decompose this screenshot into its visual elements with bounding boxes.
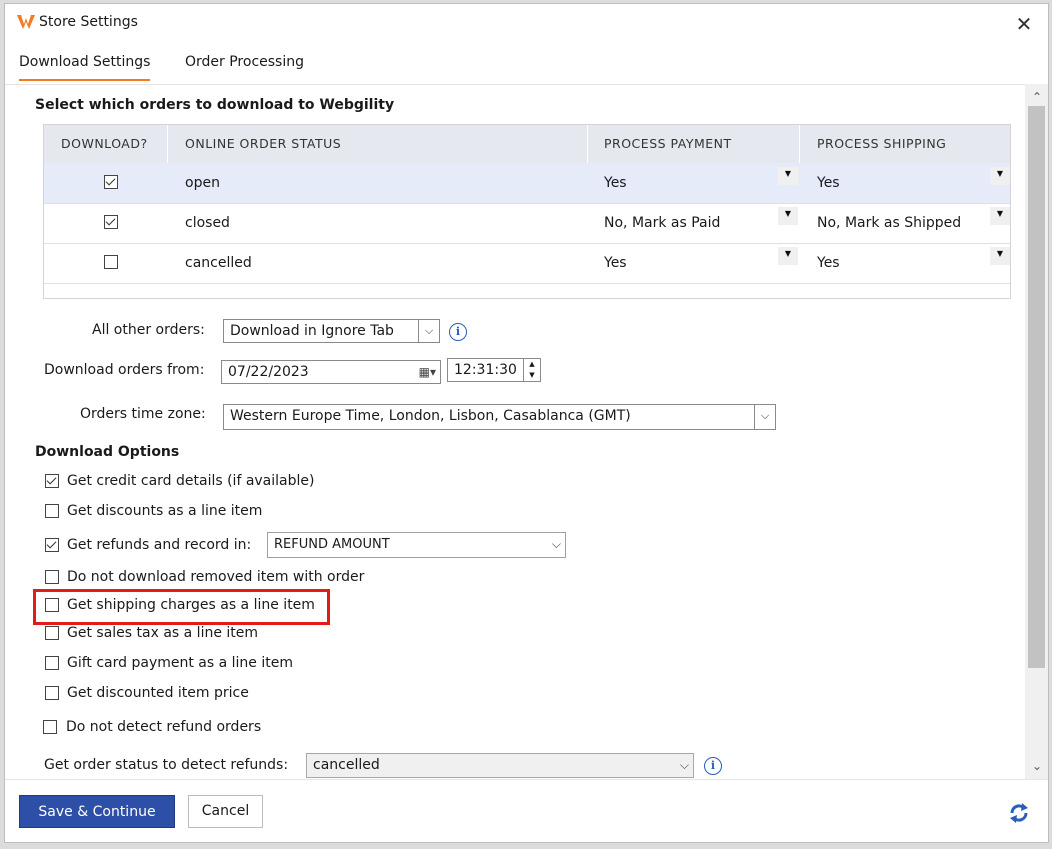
column-header-payment: PROCESS PAYMENT: [604, 136, 732, 151]
dialog-footer: Save & Continue Cancel: [5, 779, 1048, 842]
shipping-dropdown-arrow-icon[interactable]: ▼: [990, 207, 1010, 225]
payment-dropdown-arrow-icon[interactable]: ▼: [778, 207, 798, 225]
refund-status-select[interactable]: cancelled ⌵: [306, 753, 694, 778]
timezone-label: Orders time zone:: [80, 406, 206, 422]
payment-cell[interactable]: Yes: [604, 255, 627, 271]
status-cell: cancelled: [185, 255, 252, 271]
payment-cell[interactable]: Yes: [604, 175, 627, 191]
option-shipping-charges-checkbox[interactable]: [45, 598, 59, 612]
payment-dropdown-arrow-icon[interactable]: ▼: [778, 247, 798, 265]
column-header-status: ONLINE ORDER STATUS: [185, 136, 342, 151]
option-shipping-charges-label: Get shipping charges as a line item: [67, 597, 315, 613]
download-from-time-value: 12:31:30: [454, 362, 517, 378]
close-icon[interactable]: ✕: [1010, 10, 1038, 38]
refund-record-value: REFUND AMOUNT: [274, 537, 390, 552]
option-credit-card-checkbox[interactable]: [45, 474, 59, 488]
shipping-cell[interactable]: Yes: [817, 255, 840, 271]
window-title: Store Settings: [39, 14, 138, 30]
option-gift-card-label: Gift card payment as a line item: [67, 655, 293, 671]
option-discounted-price-checkbox[interactable]: [45, 686, 59, 700]
option-discounted-price-label: Get discounted item price: [67, 685, 249, 701]
download-checkbox[interactable]: [104, 255, 118, 269]
download-options-title: Download Options: [35, 444, 180, 460]
table-row[interactable]: open Yes ▼ Yes ▼: [44, 163, 1010, 204]
download-checkbox[interactable]: [104, 215, 118, 229]
tab-order-processing[interactable]: Order Processing: [185, 54, 304, 79]
status-cell: open: [185, 175, 220, 191]
option-sales-tax-checkbox[interactable]: [45, 626, 59, 640]
option-refund-detect-label: Do not detect refund orders: [66, 719, 262, 735]
table-row[interactable]: closed No, Mark as Paid ▼ No, Mark as Sh…: [44, 203, 1010, 244]
status-cell: closed: [185, 215, 230, 231]
option-gift-card-checkbox[interactable]: [45, 656, 59, 670]
option-removed-item-checkbox[interactable]: [45, 570, 59, 584]
shipping-cell[interactable]: No, Mark as Shipped: [817, 215, 961, 231]
shipping-dropdown-arrow-icon[interactable]: ▼: [990, 247, 1010, 265]
shipping-dropdown-arrow-icon[interactable]: ▼: [990, 167, 1010, 185]
store-settings-dialog: Store Settings ✕ Download Settings Order…: [4, 3, 1049, 843]
all-other-orders-label: All other orders:: [92, 322, 205, 338]
info-icon[interactable]: i: [704, 757, 722, 775]
option-refunds-checkbox[interactable]: [45, 538, 59, 552]
calendar-icon[interactable]: ▦▾: [419, 361, 436, 383]
download-from-label: Download orders from:: [44, 362, 205, 378]
option-removed-item-label: Do not download removed item with order: [67, 569, 365, 585]
cancel-button[interactable]: Cancel: [188, 795, 263, 828]
scroll-up-icon[interactable]: ⌃: [1025, 88, 1048, 106]
download-from-time-field[interactable]: 12:31:30 ▲ ▼: [447, 358, 541, 382]
tab-download-settings[interactable]: Download Settings: [19, 54, 151, 81]
payment-dropdown-arrow-icon[interactable]: ▼: [778, 167, 798, 185]
chevron-down-icon[interactable]: ⌵: [552, 533, 561, 555]
column-header-shipping: PROCESS SHIPPING: [817, 136, 947, 151]
chevron-down-icon[interactable]: ⌵: [418, 320, 439, 342]
download-from-date-value: 07/22/2023: [228, 364, 309, 380]
refund-status-label: Get order status to detect refunds:: [44, 757, 289, 773]
table-row[interactable]: cancelled Yes ▼ Yes ▼: [44, 243, 1010, 284]
scroll-down-icon[interactable]: ⌄: [1025, 757, 1048, 775]
column-header-download: DOWNLOAD?: [61, 136, 148, 151]
download-from-date-picker[interactable]: 07/22/2023 ▦▾: [221, 360, 441, 384]
payment-cell[interactable]: No, Mark as Paid: [604, 215, 720, 231]
all-other-orders-value: Download in Ignore Tab: [230, 323, 394, 339]
time-spinner-icon[interactable]: ▲ ▼: [523, 359, 540, 381]
orders-section-title: Select which orders to download to Webgi…: [35, 97, 395, 113]
info-icon[interactable]: i: [449, 323, 467, 341]
download-checkbox[interactable]: [104, 175, 118, 189]
option-sales-tax-label: Get sales tax as a line item: [67, 625, 259, 641]
order-status-table: DOWNLOAD? ONLINE ORDER STATUS PROCESS PA…: [43, 124, 1011, 299]
vertical-scrollbar[interactable]: ⌃ ⌄: [1025, 84, 1048, 779]
tab-bar: Download Settings Order Processing: [5, 44, 1048, 85]
chevron-down-icon[interactable]: ⌵: [680, 754, 689, 776]
shipping-cell[interactable]: Yes: [817, 175, 840, 191]
save-continue-button[interactable]: Save & Continue: [19, 795, 175, 828]
refresh-icon[interactable]: [1008, 802, 1030, 824]
settings-content: Select which orders to download to Webgi…: [5, 84, 1023, 779]
scrollbar-thumb[interactable]: [1028, 106, 1045, 668]
all-other-orders-select[interactable]: Download in Ignore Tab ⌵: [223, 319, 440, 343]
timezone-value: Western Europe Time, London, Lisbon, Cas…: [230, 408, 631, 424]
option-discounts-label: Get discounts as a line item: [67, 503, 263, 519]
chevron-down-icon[interactable]: ⌵: [754, 405, 775, 429]
webgility-logo-icon: [17, 15, 35, 29]
option-refunds-label: Get refunds and record in:: [67, 537, 252, 553]
title-bar: Store Settings ✕: [5, 4, 1048, 44]
option-refund-detect-checkbox[interactable]: [43, 720, 57, 734]
table-header: DOWNLOAD? ONLINE ORDER STATUS PROCESS PA…: [44, 125, 1010, 163]
refund-status-value: cancelled: [313, 757, 380, 773]
refund-record-select[interactable]: REFUND AMOUNT ⌵: [267, 532, 566, 558]
option-credit-card-label: Get credit card details (if available): [67, 473, 315, 489]
option-discounts-checkbox[interactable]: [45, 504, 59, 518]
timezone-select[interactable]: Western Europe Time, London, Lisbon, Cas…: [223, 404, 776, 430]
